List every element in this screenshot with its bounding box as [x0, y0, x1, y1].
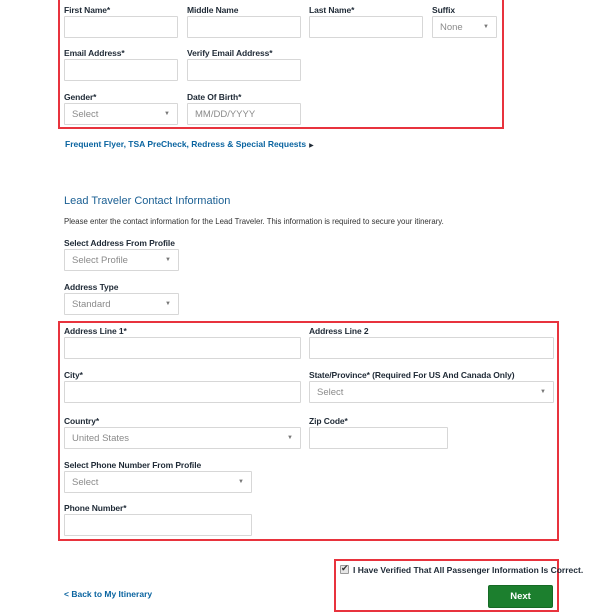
- address-type-select[interactable]: Standard ▼: [64, 293, 179, 315]
- phone-label: Phone Number*: [64, 503, 127, 513]
- frequent-flyer-link[interactable]: Frequent Flyer, TSA PreCheck, Redress & …: [65, 139, 314, 149]
- chevron-down-icon: ▼: [287, 435, 293, 441]
- chevron-down-icon: ▼: [540, 389, 546, 395]
- middle-name-input[interactable]: [187, 16, 301, 38]
- phone-input[interactable]: [64, 514, 252, 536]
- first-name-label: First Name*: [64, 5, 111, 15]
- next-button[interactable]: Next: [488, 585, 553, 608]
- section-title: Lead Traveler Contact Information: [64, 195, 231, 207]
- address-line2-input[interactable]: [309, 337, 554, 359]
- dob-label: Date Of Birth*: [187, 92, 242, 102]
- verify-checkbox[interactable]: ✔: [340, 563, 349, 574]
- address-line1-label: Address Line 1*: [64, 326, 127, 336]
- state-value: Select: [317, 387, 344, 398]
- caret-right-icon: ▶: [309, 143, 314, 149]
- address-profile-value: Select Profile: [72, 255, 128, 266]
- last-name-input[interactable]: [309, 16, 423, 38]
- verify-email-input[interactable]: [187, 59, 301, 81]
- chevron-down-icon: ▼: [164, 111, 170, 117]
- country-select[interactable]: United States ▼: [64, 427, 301, 449]
- dob-input[interactable]: MM/DD/YYYY: [187, 103, 301, 125]
- dob-placeholder: MM/DD/YYYY: [195, 109, 256, 120]
- section-description: Please enter the contact information for…: [64, 217, 444, 226]
- address-line2-label: Address Line 2: [309, 326, 369, 336]
- state-select[interactable]: Select ▼: [309, 381, 554, 403]
- frequent-flyer-link-label: Frequent Flyer, TSA PreCheck, Redress & …: [65, 139, 307, 149]
- zip-input[interactable]: [309, 427, 448, 449]
- chevron-down-icon: ▼: [165, 301, 171, 307]
- phone-profile-value: Select: [72, 477, 99, 488]
- address-type-value: Standard: [72, 299, 111, 310]
- email-input[interactable]: [64, 59, 178, 81]
- address-profile-select[interactable]: Select Profile ▼: [64, 249, 179, 271]
- chevron-down-icon: ▼: [165, 257, 171, 263]
- state-label: State/Province* (Required For US And Can…: [309, 370, 515, 380]
- country-value: United States: [72, 433, 130, 444]
- address-line1-input[interactable]: [64, 337, 301, 359]
- chevron-down-icon: ▼: [238, 479, 244, 485]
- gender-value: Select: [72, 109, 99, 120]
- gender-label: Gender*: [64, 92, 97, 102]
- verify-email-label: Verify Email Address*: [187, 48, 273, 58]
- suffix-select[interactable]: None ▼: [432, 16, 497, 38]
- phone-profile-select[interactable]: Select ▼: [64, 471, 252, 493]
- zip-label: Zip Code*: [309, 416, 348, 426]
- back-to-itinerary-link[interactable]: < Back to My Itinerary: [64, 589, 152, 599]
- gender-select[interactable]: Select ▼: [64, 103, 178, 125]
- address-profile-label: Select Address From Profile: [64, 238, 175, 248]
- first-name-input[interactable]: [64, 16, 178, 38]
- city-input[interactable]: [64, 381, 301, 403]
- phone-profile-label: Select Phone Number From Profile: [64, 460, 202, 470]
- country-label: Country*: [64, 416, 100, 426]
- city-label: City*: [64, 370, 83, 380]
- email-label: Email Address*: [64, 48, 125, 58]
- checkmark-icon: ✔: [341, 563, 349, 573]
- address-type-label: Address Type: [64, 282, 119, 292]
- middle-name-label: Middle Name: [187, 5, 239, 15]
- last-name-label: Last Name*: [309, 5, 355, 15]
- chevron-down-icon: ▼: [483, 24, 489, 30]
- verify-checkbox-label[interactable]: I Have Verified That All Passenger Infor…: [353, 565, 583, 575]
- suffix-value: None: [440, 22, 463, 33]
- suffix-label: Suffix: [432, 5, 456, 15]
